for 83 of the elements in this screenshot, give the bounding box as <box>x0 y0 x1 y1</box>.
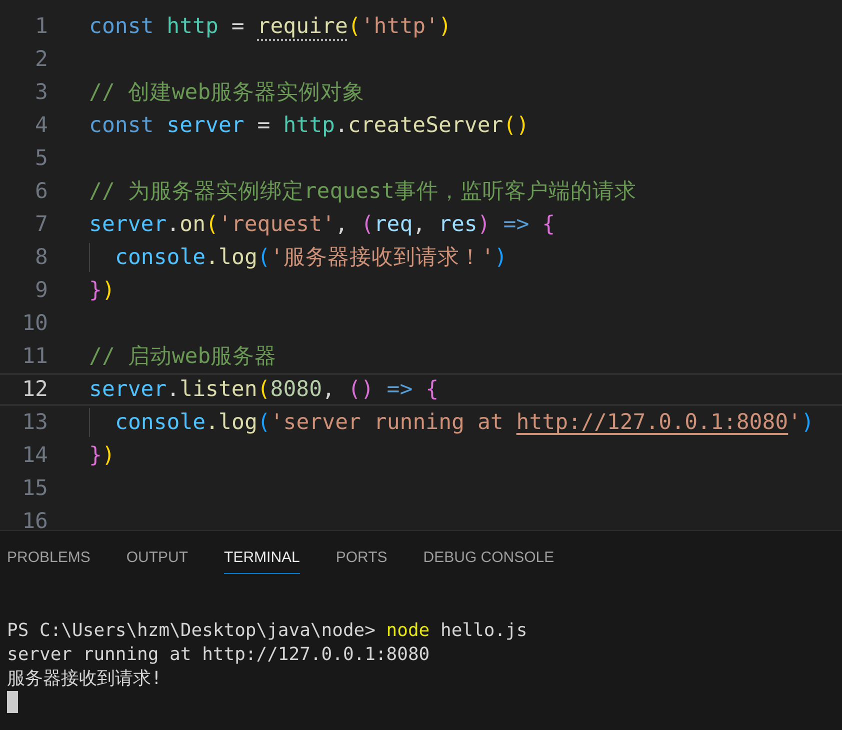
code-token: .log <box>206 410 258 435</box>
line-number: 12 <box>21 377 48 402</box>
code-token: => <box>386 377 414 402</box>
code-token: ) <box>801 410 814 435</box>
code-token: on <box>180 212 206 237</box>
terminal[interactable]: PS C:\Users\hzm\Desktop\java\node> node hello.js server running at http://127.0.0.1:8080 服务器接收到请求! <box>0 574 842 714</box>
panel-tab[interactable]: DEBUG CONSOLE <box>423 545 554 574</box>
panel-tab[interactable]: TERMINAL <box>224 545 300 574</box>
line-number: 7 <box>34 212 48 237</box>
code-token: '服务器接收到请求！' <box>270 245 494 270</box>
code-token: . <box>334 113 348 138</box>
code-token: ( <box>206 212 218 237</box>
code-token: 'request' <box>218 212 335 237</box>
code-token: ) <box>477 212 490 237</box>
line-number: 3 <box>34 80 48 105</box>
terminal-text: hello.js <box>439 620 528 640</box>
code-token: . <box>166 212 180 237</box>
code-token: => <box>502 212 530 237</box>
line-number: 5 <box>34 146 48 171</box>
code-token: server <box>89 212 167 237</box>
code-token: , <box>322 377 336 402</box>
code-token: 8080 <box>270 377 322 402</box>
code-token: http://127.0.0.1:8080 <box>516 410 788 435</box>
panel-tab[interactable]: PORTS <box>336 545 388 574</box>
panel-tab[interactable]: OUTPUT <box>126 545 188 574</box>
code-token: .log <box>206 245 258 270</box>
code-token: req <box>374 212 413 237</box>
code-token: . <box>166 377 180 402</box>
code-token: , <box>412 212 427 237</box>
line-number: 4 <box>34 113 48 138</box>
code-token: ( <box>257 410 270 435</box>
code-token: http <box>283 113 335 138</box>
line-number: 1 <box>34 14 48 39</box>
terminal-text: PS C:\Users\hzm\Desktop\java\node> <box>7 620 376 640</box>
code-token: console <box>115 245 206 270</box>
code-token: ) <box>102 278 115 303</box>
code-token: ' <box>788 410 802 435</box>
code-token: ( <box>257 377 270 402</box>
code-token: ) <box>438 14 452 39</box>
code-token: server <box>166 113 244 138</box>
line-number: 13 <box>21 410 48 435</box>
code-token: = <box>230 14 246 39</box>
code-token: ) <box>102 443 115 468</box>
code-token: 'http' <box>360 14 439 39</box>
code-token: } <box>89 278 102 303</box>
line-number: 10 <box>21 311 48 336</box>
code-token: res <box>438 212 478 237</box>
terminal-cursor <box>7 691 18 713</box>
code-token: { <box>426 377 439 402</box>
code-token: createServer <box>348 113 504 138</box>
code-token: listen <box>180 377 258 402</box>
code-token: , <box>334 212 349 237</box>
code-token: ) <box>494 245 508 270</box>
terminal-text: node <box>386 620 430 640</box>
line-number: 11 <box>21 344 48 369</box>
line-number: 14 <box>21 443 48 468</box>
code-token: const <box>89 113 155 138</box>
line-number: 2 <box>34 47 48 72</box>
code-token: const <box>89 14 155 39</box>
code-token: { <box>542 212 556 237</box>
terminal-text: server running at http://127.0.0.1:8080 <box>7 644 430 664</box>
code-token: = <box>256 113 272 138</box>
terminal-text: 服务器接收到请求! <box>7 667 162 690</box>
code-token: console <box>115 410 206 435</box>
code-token: () <box>503 113 530 138</box>
code-token: ( <box>360 212 374 237</box>
code-token: } <box>89 443 102 468</box>
line-number: 16 <box>21 509 48 534</box>
code-token: http <box>166 14 218 39</box>
line-number: 6 <box>34 179 48 204</box>
code-token: ( <box>348 14 361 39</box>
line-number: 8 <box>34 245 48 270</box>
line-number: 15 <box>21 476 48 501</box>
line-number: 9 <box>34 278 48 303</box>
code-token: // 启动web服务器 <box>89 344 277 369</box>
code-token: // 为服务器实例绑定request事件，监听客户端的请求 <box>89 179 636 204</box>
code-token: 'server running at <box>270 410 504 435</box>
panel-tab[interactable]: PROBLEMS <box>7 545 90 574</box>
code-token: // 创建web服务器实例对象 <box>89 80 365 105</box>
code-token: server <box>89 377 167 402</box>
code-token: () <box>348 377 374 402</box>
code-token: require <box>257 14 348 39</box>
code-token: ( <box>257 245 270 270</box>
